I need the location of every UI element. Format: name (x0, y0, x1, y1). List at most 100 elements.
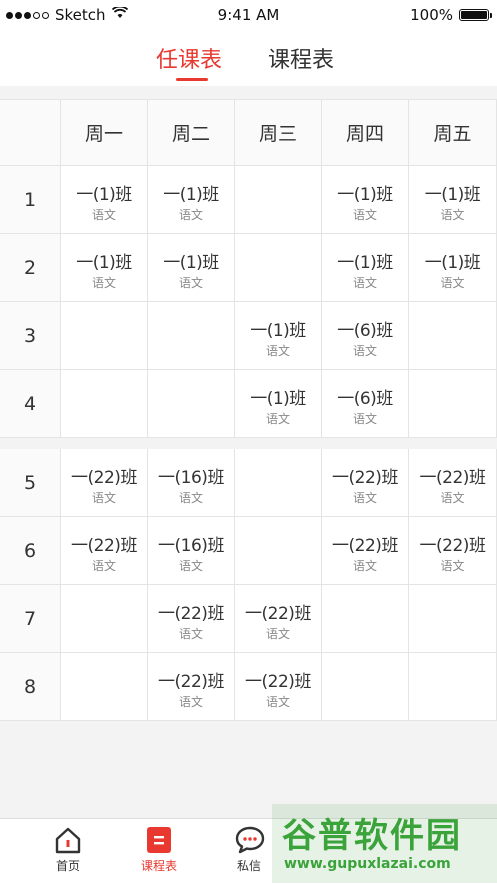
schedule-cell[interactable]: 一(22)班语文 (61, 517, 148, 585)
battery-icon (459, 9, 492, 21)
class-name: 一(16)班 (158, 536, 224, 556)
schedule-cell[interactable]: 一(1)班 语文 (322, 166, 409, 234)
schedule-cell[interactable]: 一(22)班 语文 (409, 517, 497, 585)
class-name: 一(22)班 (419, 468, 486, 488)
schedule-cell[interactable]: 一(22)班 语文 (322, 517, 409, 585)
schedule-cell[interactable]: 一(6)班 语文 (322, 302, 409, 370)
top-tab-bar: 任课表 课程表 (0, 30, 497, 86)
schedule-cell[interactable] (61, 653, 148, 721)
class-name: 一(1)班 (76, 253, 132, 273)
subject-name: 语文 (265, 627, 290, 641)
subject-name: 语文 (265, 344, 290, 358)
schedule-cell[interactable]: 一(22)班语文 (148, 653, 235, 721)
schedule-cell[interactable] (409, 302, 497, 370)
schedule-cell[interactable] (148, 302, 235, 370)
schedule-cell[interactable]: 一(1)班 语文 (409, 166, 497, 234)
subject-name: 语文 (352, 344, 377, 358)
subject-name: 语文 (178, 276, 203, 290)
schedule-cell[interactable]: 一(1)班语文 (148, 234, 235, 302)
schedule-cell[interactable]: 一(16)班 语文 (148, 449, 235, 517)
schedule-cell[interactable] (148, 370, 235, 438)
nav-home[interactable]: 首页 (28, 825, 108, 874)
schedule-cell[interactable]: 一(1)班 语文 (409, 234, 497, 302)
class-name: 一(22)班 (158, 672, 224, 692)
day-header: 周二 (148, 99, 235, 166)
schedule-cell[interactable] (61, 585, 148, 653)
class-name: 一(22)班 (332, 536, 398, 556)
schedule-cell[interactable]: 一(16)班语文 (148, 517, 235, 585)
schedule-cell[interactable]: 一(1)班 语文 (61, 166, 148, 234)
subject-name: 语文 (178, 208, 203, 222)
schedule-cell[interactable]: 一(22)班语文 (235, 653, 322, 721)
schedule-cell[interactable]: 一(22)班语文 (61, 449, 148, 517)
subject-name: 语文 (178, 627, 203, 641)
period-number: 8 (0, 653, 61, 721)
schedule-cell[interactable] (235, 517, 322, 585)
schedule-cell[interactable] (322, 653, 409, 721)
schedule-cell[interactable] (61, 302, 148, 370)
day-header: 周四 (322, 99, 409, 166)
subject-name: 语文 (265, 695, 290, 709)
status-bar: Sketch 9:41 AM 100% (0, 0, 497, 30)
schedule-cell[interactable] (235, 234, 322, 302)
class-name: 一(22)班 (245, 604, 311, 624)
schedule-cell[interactable] (61, 370, 148, 438)
subject-name: 语文 (91, 491, 116, 505)
tab-class-schedule[interactable]: 课程表 (268, 42, 334, 74)
subject-name: 语文 (91, 559, 116, 573)
period-number: 5 (0, 449, 61, 517)
schedule-cell[interactable]: 一(1)班语文 (61, 234, 148, 302)
class-name: 一(1)班 (424, 253, 481, 273)
schedule-cell[interactable] (235, 166, 322, 234)
nav-schedule[interactable]: 课程表 (119, 825, 199, 874)
class-name: 一(1)班 (163, 253, 219, 273)
class-name: 一(1)班 (250, 321, 306, 341)
subject-name: 语文 (91, 208, 116, 222)
schedule-cell[interactable]: 一(1)班语文 (322, 234, 409, 302)
schedule-cell[interactable] (322, 585, 409, 653)
class-name: 一(16)班 (158, 468, 224, 488)
nav-schedule-label: 课程表 (140, 859, 177, 873)
schedule-cell[interactable]: 一(1)班语文 (235, 370, 322, 438)
class-name: 一(22)班 (158, 604, 224, 624)
class-name: 一(1)班 (337, 253, 393, 273)
table-corner (0, 99, 61, 166)
subject-name: 语文 (352, 276, 377, 290)
class-name: 一(1)班 (337, 185, 393, 205)
period-number: 1 (0, 166, 61, 234)
battery-status: 100% (410, 6, 492, 24)
class-name: 一(22)班 (332, 468, 398, 488)
watermark-url: www.gupuxlazai.com (284, 856, 451, 872)
site-watermark: 谷普软件园 www.gupuxlazai.com (272, 804, 497, 883)
period-number: 6 (0, 517, 61, 585)
subject-name: 语文 (178, 559, 203, 573)
schedule-cell[interactable]: 一(6)班 语文 (322, 370, 409, 438)
class-name: 一(1)班 (250, 389, 306, 409)
tab-teaching-schedule[interactable]: 任课表 (156, 42, 222, 74)
schedule-cell[interactable]: 一(1)班语文 (235, 302, 322, 370)
home-icon (53, 825, 83, 855)
schedule-cell[interactable]: 一(22)班语文 (235, 585, 322, 653)
schedule-cell[interactable]: 一(22)班 语文 (409, 449, 497, 517)
watermark-title: 谷普软件园 (282, 816, 462, 856)
schedule-cell[interactable]: 一(1)班 语文 (148, 166, 235, 234)
subject-name: 语文 (178, 695, 203, 709)
class-name: 一(22)班 (71, 468, 137, 488)
day-header: 周五 (409, 99, 497, 166)
day-header: 周一 (61, 99, 148, 166)
period-number: 3 (0, 302, 61, 370)
subject-name: 语文 (91, 276, 116, 290)
schedule-cell[interactable] (409, 585, 497, 653)
schedule-cell[interactable]: 一(22)班 语文 (322, 449, 409, 517)
subject-name: 语文 (265, 412, 290, 426)
schedule-cell[interactable] (235, 449, 322, 517)
subject-name: 语文 (440, 208, 465, 222)
active-tab-indicator (176, 78, 208, 81)
schedule-icon (144, 825, 174, 855)
schedule-cell[interactable] (409, 653, 497, 721)
schedule-cell[interactable] (409, 370, 497, 438)
schedule-cell[interactable]: 一(22)班语文 (148, 585, 235, 653)
class-name: 一(22)班 (71, 536, 137, 556)
class-name: 一(22)班 (245, 672, 311, 692)
period-number: 7 (0, 585, 61, 653)
